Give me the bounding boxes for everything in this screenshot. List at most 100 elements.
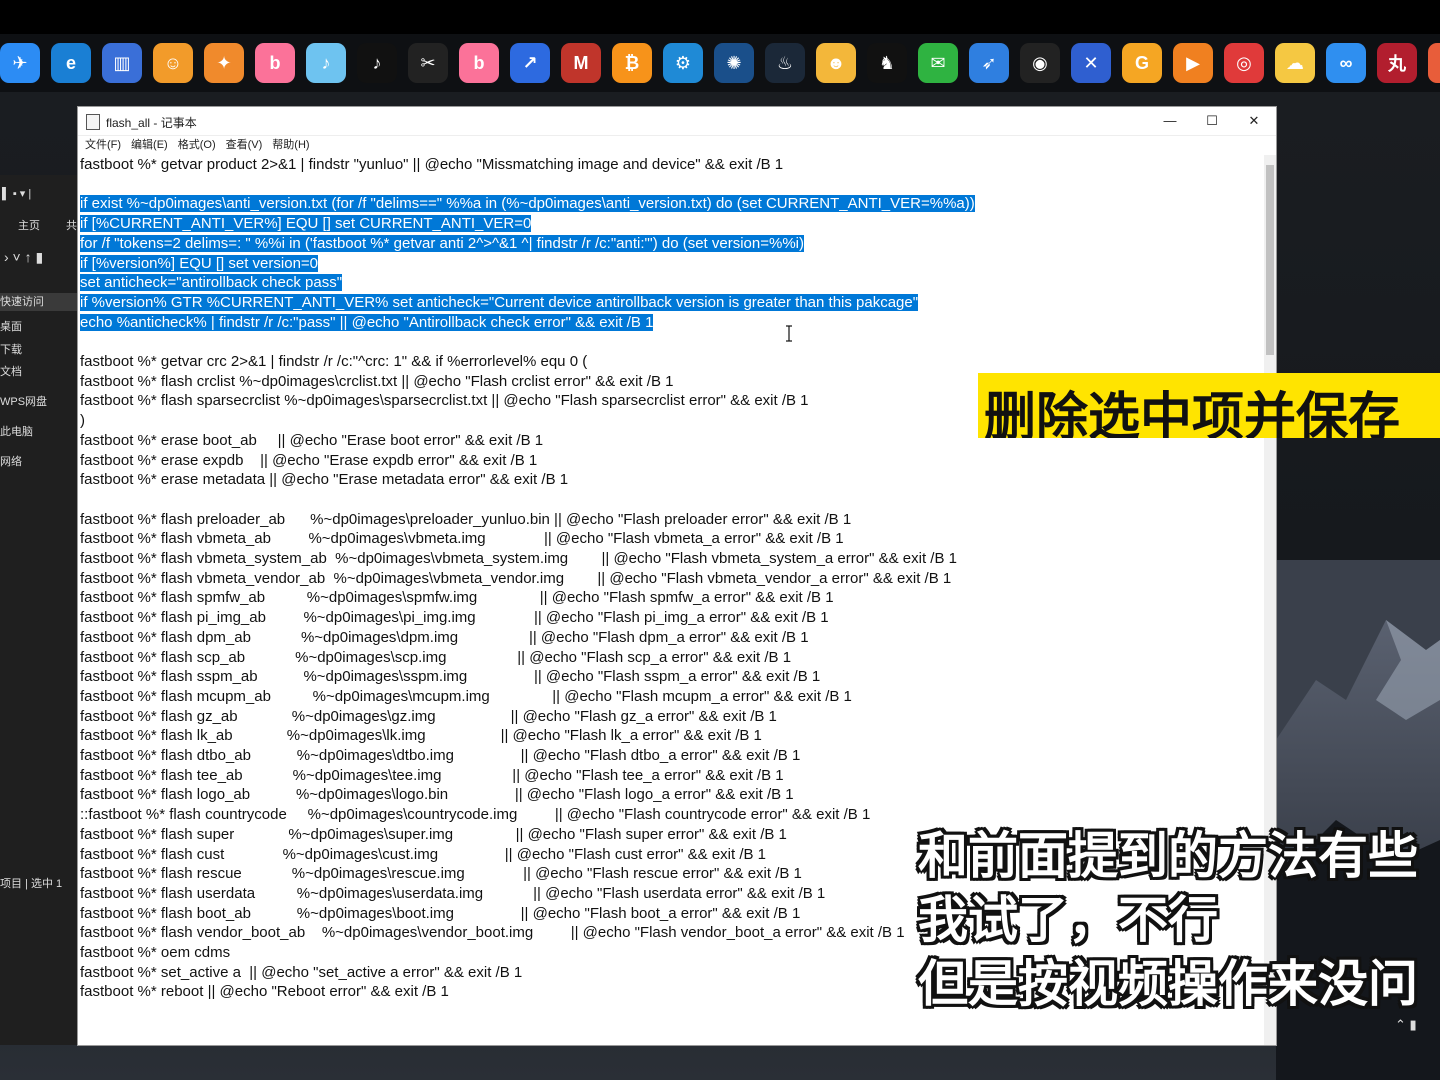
wan-app-icon[interactable]: 丸	[1377, 43, 1417, 83]
bitcoin-icon[interactable]: ₿	[612, 43, 652, 83]
m-app-icon[interactable]: M	[561, 43, 601, 83]
text-line: fastboot %* flash sparsecrclist %~dp0ima…	[80, 391, 809, 411]
nav-item-desktop[interactable]: 桌面	[0, 318, 22, 334]
play-app-icon[interactable]: ▶	[1173, 43, 1213, 83]
menu-edit[interactable]: 编辑(E)	[131, 136, 168, 154]
notepad-icon	[86, 114, 100, 130]
capcut-icon[interactable]: ✂	[408, 43, 448, 83]
line-text: fastboot %* oem cdms	[80, 944, 231, 961]
desktop: ✈e▥☺✦b♪♪✂b↗M₿⚙✺♨☻♞✉➶◉✕G▶◎☁∞丸▣▤ ▌ ▪ ▾ | 主…	[0, 0, 1440, 1080]
nav-item-this-pc[interactable]: 此电脑	[0, 423, 33, 439]
explorer-status-bar: 项目 | 选中 1	[0, 878, 63, 890]
selected-text-line: if %version% GTR %CURRENT_ANTI_VER% set …	[80, 293, 919, 313]
explorer-tab-home[interactable]: 主页	[18, 217, 40, 233]
gear-app-icon[interactable]: ⚙	[663, 43, 703, 83]
nav-item-quick-access[interactable]: 快速访问	[0, 293, 78, 311]
line-text: fastboot %* flash vbmeta_ab %~dp0images\…	[80, 530, 844, 548]
line-text: if [%CURRENT_ANTI_VER%] EQU [] set CURRE…	[80, 215, 532, 233]
text-cursor-icon	[786, 325, 792, 342]
selected-text-line: if [%CURRENT_ANTI_VER%] EQU [] set CURRE…	[80, 214, 532, 234]
explorer-tab-share[interactable]: 共	[66, 217, 77, 233]
nav-item-downloads[interactable]: 下载	[0, 341, 22, 357]
face-app-icon[interactable]: ☺	[153, 43, 193, 83]
text-line: fastboot %* flash boot_ab %~dp0images\bo…	[80, 904, 800, 924]
nav-item-documents[interactable]: 文档	[0, 363, 22, 379]
text-line: fastboot %* flash lk_ab %~dp0images\lk.i…	[80, 726, 762, 746]
minimize-button[interactable]: —	[1150, 111, 1190, 131]
baidu-cloud-icon[interactable]: ∞	[1326, 43, 1366, 83]
caption-line-3: 但是按视频操作来没问	[918, 955, 1418, 1013]
wechat-icon[interactable]: ✉	[918, 43, 958, 83]
mix-app-icon[interactable]: ◉	[1020, 43, 1060, 83]
text-line: fastboot %* flash preloader_ab %~dp0imag…	[80, 510, 851, 530]
top-black-bar	[0, 0, 1440, 34]
text-line: fastboot %* flash super %~dp0images\supe…	[80, 825, 787, 845]
scrollbar-thumb[interactable]	[1266, 165, 1274, 355]
line-text: fastboot %* flash userdata %~dp0images\u…	[80, 884, 826, 902]
text-line: fastboot %* flash crclist %~dp0images\cr…	[80, 372, 673, 392]
maximize-button[interactable]: ☐	[1192, 111, 1232, 131]
text-line: ::fastboot %* flash countrycode %~dp0ima…	[80, 805, 870, 825]
menu-format[interactable]: 格式(O)	[178, 136, 216, 154]
line-text: fastboot %* flash sspm_ab %~dp0images\ss…	[80, 668, 821, 686]
notepad-title-bar[interactable]: flash_all - 记事本 — ☐ ✕	[78, 107, 1276, 136]
app-icon[interactable]: ▥	[102, 43, 142, 83]
line-text: fastboot %* flash gz_ab %~dp0images\gz.i…	[80, 707, 777, 725]
feather-app-icon[interactable]: ➶	[969, 43, 1009, 83]
menu-file[interactable]: 文件(F)	[85, 136, 121, 154]
line-text: if %version% GTR %CURRENT_ANTI_VER% set …	[80, 293, 919, 311]
text-line: fastboot %* flash vbmeta_system_ab %~dp0…	[80, 549, 957, 569]
up-arrow-icon[interactable]: › ˅ ↑ ▮	[4, 249, 43, 266]
menu-help[interactable]: 帮助(H)	[272, 136, 309, 154]
line-text: if exist %~dp0images\anti_version.txt (f…	[80, 195, 975, 213]
live-app-icon[interactable]: ♪	[306, 43, 346, 83]
nav-item-network[interactable]: 网络	[0, 453, 22, 469]
line-text: for /f "tokens=2 delims=: " %%i in ('fas…	[80, 234, 805, 252]
text-line: fastboot %* flash dpm_ab %~dp0images\dpm…	[80, 628, 809, 648]
text-line: fastboot %* flash vbmeta_ab %~dp0images\…	[80, 529, 844, 549]
netease-music-icon[interactable]: ◎	[1224, 43, 1264, 83]
system-tray-icons[interactable]: ⌃ ▮	[1395, 1017, 1417, 1033]
line-text: fastboot %* erase metadata || @echo "Era…	[80, 471, 569, 489]
tools-app-icon[interactable]: ✕	[1071, 43, 1111, 83]
line-text: fastboot %* flash mcupm_ab %~dp0images\m…	[80, 687, 852, 705]
text-line: fastboot %* reboot || @echo "Reboot erro…	[80, 982, 449, 1002]
bird-icon[interactable]: ✈	[0, 43, 40, 83]
window-title: flash_all - 记事本	[106, 116, 197, 130]
line-text: fastboot %* flash dpm_ab %~dp0images\dpm…	[80, 628, 809, 646]
text-line: fastboot %* oem cdms	[80, 943, 230, 963]
line-text: fastboot %* set_active a || @echo "set_a…	[80, 963, 523, 981]
edge-icon[interactable]: e	[51, 43, 91, 83]
explorer-toolbar: ▌ ▪ ▾ |	[2, 188, 32, 200]
cat-app-icon[interactable]: ☻	[816, 43, 856, 83]
line-text: fastboot %* flash scp_ab %~dp0images\scp…	[80, 648, 792, 666]
close-button[interactable]: ✕	[1234, 111, 1274, 131]
fox-app-icon[interactable]: ✦	[204, 43, 244, 83]
steam-icon[interactable]: ♨	[765, 43, 805, 83]
caption-line-1: 和前面提到的方法有些	[918, 827, 1418, 885]
file-explorer-window: ▌ ▪ ▾ | 主页 共 › ˅ ↑ ▮ 快速访问 桌面 下载 文档 WPS网盘…	[0, 175, 78, 1045]
line-text: fastboot %* flash vbmeta_system_ab %~dp0…	[80, 550, 957, 567]
cloud-app-icon[interactable]: ☁	[1275, 43, 1315, 83]
caption-line-2: 我试了，不行	[918, 891, 1218, 949]
tiktok-icon[interactable]: ♪	[357, 43, 397, 83]
line-text: set anticheck="antirollback check pass"	[80, 274, 343, 292]
cog-app-icon[interactable]: ✺	[714, 43, 754, 83]
photo-app-icon[interactable]: ▣	[1428, 43, 1440, 83]
text-line: fastboot %* erase boot_ab || @echo "Eras…	[80, 431, 543, 451]
bilibili-icon[interactable]: b	[255, 43, 295, 83]
menu-view[interactable]: 查看(V)	[226, 136, 263, 154]
bilibili-alt-icon[interactable]: b	[459, 43, 499, 83]
line-text: fastboot %* flash lk_ab %~dp0images\lk.i…	[80, 727, 762, 745]
nav-item-wps-cloud[interactable]: WPS网盘	[0, 393, 47, 409]
signal-app-icon[interactable]: ↗	[510, 43, 550, 83]
text-line: fastboot %* flash pi_img_ab %~dp0images\…	[80, 608, 829, 628]
qq-icon[interactable]: ♞	[867, 43, 907, 83]
line-text: fastboot %* flash vbmeta_vendor_ab %~dp0…	[80, 569, 952, 587]
line-text: fastboot %* erase expdb || @echo "Erase …	[80, 451, 538, 469]
text-line: fastboot %* flash tee_ab %~dp0images\tee…	[80, 766, 784, 786]
line-text: fastboot %* reboot || @echo "Reboot erro…	[80, 983, 449, 1001]
vertical-scrollbar[interactable]	[1264, 155, 1276, 1045]
line-text: echo %anticheck% | findstr /r /c:"pass" …	[80, 313, 654, 331]
g-app-icon[interactable]: G	[1122, 43, 1162, 83]
